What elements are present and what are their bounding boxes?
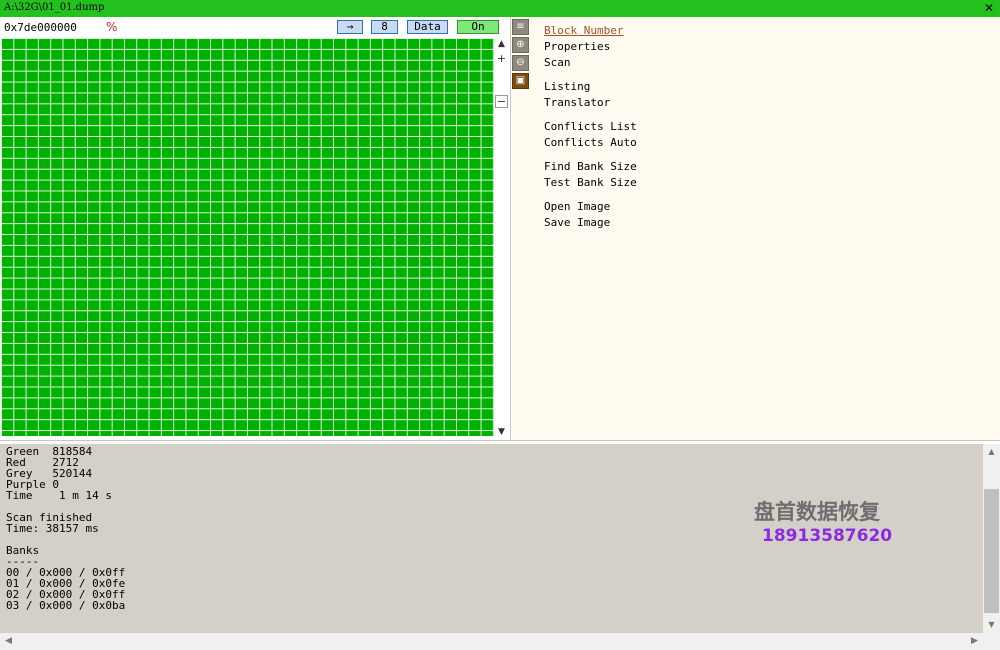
log-scroll-left-icon[interactable]: ◀ [0, 633, 17, 650]
title-bar: A:\32G\01_01.dump ✕ [0, 0, 1000, 17]
menu-save-image[interactable]: Save Image [544, 216, 610, 229]
menu-find-bank-size[interactable]: Find Bank Size [544, 160, 637, 173]
menu-open-image[interactable]: Open Image [544, 200, 610, 213]
goto-arrow-button[interactable]: → [337, 20, 363, 34]
zoom-out-icon[interactable]: − [495, 95, 508, 108]
watermark-phone: 18913587620 [762, 526, 893, 546]
log-scroll-thumb[interactable] [984, 489, 999, 613]
block-map-grid[interactable] [1, 38, 494, 436]
menu-listing[interactable]: Listing [544, 80, 590, 93]
map-tool-icon[interactable]: ▣ [512, 73, 529, 89]
list-lines-icon[interactable]: ≡ [512, 19, 529, 35]
bank-row: 03 / 0x000 / 0x0ba [6, 599, 126, 612]
scroll-up-icon[interactable]: ▲ [495, 38, 508, 51]
log-output: Green 818584 Red 2712 Grey 520144 Purple… [0, 444, 983, 633]
menu-block-number[interactable]: Block Number [544, 24, 623, 37]
zoom-minus-tool-icon[interactable]: ⊖ [512, 55, 529, 71]
zoom-in-icon[interactable]: + [495, 52, 508, 65]
log-scroll-right-icon[interactable]: ▶ [966, 633, 983, 650]
log-scroll-up-icon[interactable]: ▲ [983, 444, 1000, 460]
percent-icon[interactable]: % [106, 20, 117, 34]
command-menu: Block Number Properties Scan Listing Tra… [530, 17, 1000, 440]
window-title: A:\32G\01_01.dump [4, 2, 105, 13]
tool-column: ≡ ⊕ ⊖ ▣ [510, 17, 530, 440]
grid-vertical-scrollbar[interactable]: ▲ + − ▼ [495, 38, 508, 440]
menu-properties[interactable]: Properties [544, 40, 610, 53]
scroll-down-icon[interactable]: ▼ [495, 426, 508, 439]
on-toggle-button[interactable]: On [457, 20, 499, 34]
menu-translator[interactable]: Translator [544, 96, 610, 109]
watermark-company: 盘首数据恢复 [754, 500, 880, 524]
log-horizontal-scrollbar[interactable]: ◀ ▶ [0, 633, 1000, 650]
log-scroll-down-icon[interactable]: ▼ [983, 617, 1000, 633]
block-size-button[interactable]: 8 [371, 20, 398, 34]
menu-conflicts-list[interactable]: Conflicts List [544, 120, 637, 133]
scan-time-text: Time: 38157 ms [6, 522, 99, 535]
close-icon[interactable]: ✕ [982, 0, 996, 16]
address-input[interactable]: 0x7de000000 [2, 21, 96, 35]
zoom-plus-tool-icon[interactable]: ⊕ [512, 37, 529, 53]
menu-conflicts-auto[interactable]: Conflicts Auto [544, 136, 637, 149]
menu-scan[interactable]: Scan [544, 56, 571, 69]
stat-time: Time 1 m 14 s [6, 489, 112, 502]
block-map-panel: 0x7de000000 % → 8 Data On ▲ + − ▼ [0, 17, 510, 440]
data-mode-button[interactable]: Data [407, 20, 448, 34]
log-vertical-scrollbar[interactable]: ▲ ▼ [983, 444, 1000, 633]
menu-test-bank-size[interactable]: Test Bank Size [544, 176, 637, 189]
